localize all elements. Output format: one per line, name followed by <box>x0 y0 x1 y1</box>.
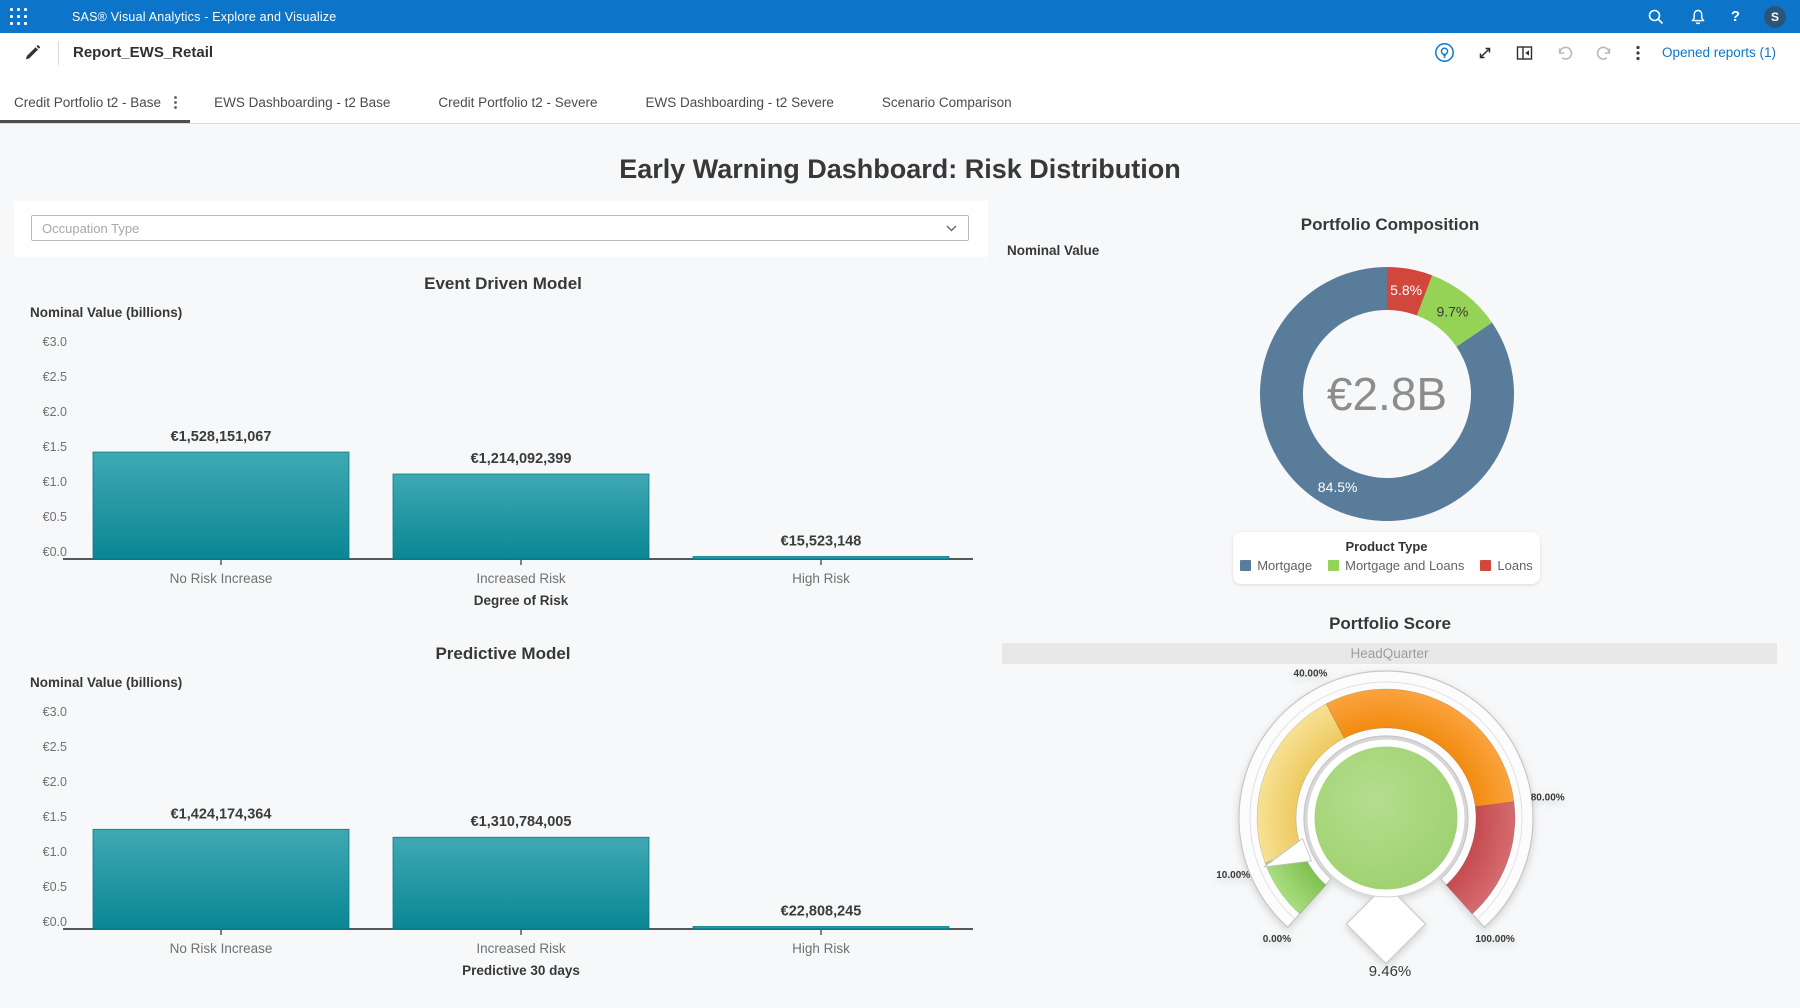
legend-swatch <box>1328 560 1339 571</box>
svg-text:€3.0: €3.0 <box>43 705 67 719</box>
tab-ews-dashboarding-t2-severe[interactable]: EWS Dashboarding - t2 Severe <box>622 95 858 123</box>
notifications-bell-icon[interactable] <box>1689 8 1707 26</box>
svg-text:High Risk: High Risk <box>792 941 850 956</box>
svg-text:€2.0: €2.0 <box>43 405 67 419</box>
legend-swatch <box>1240 560 1251 571</box>
svg-text:€2.0: €2.0 <box>43 775 67 789</box>
chevron-down-icon <box>946 225 957 232</box>
svg-text:84.5%: 84.5% <box>1318 479 1358 495</box>
opened-reports-link[interactable]: Opened reports (1) <box>1662 45 1776 60</box>
svg-text:Predictive 30 days: Predictive 30 days <box>462 963 580 978</box>
app-bar: SAS® Visual Analytics - Explore and Visu… <box>0 0 1800 33</box>
search-icon[interactable] <box>1647 8 1665 26</box>
svg-text:No Risk Increase: No Risk Increase <box>170 571 273 586</box>
portfolio-composition-title: Portfolio Composition <box>1005 215 1775 235</box>
svg-text:0.00%: 0.00% <box>1263 934 1291 945</box>
legend-item-mortgage-and-loans[interactable]: Mortgage and Loans <box>1328 558 1464 573</box>
page-title: Early Warning Dashboard: Risk Distributi… <box>0 154 1800 185</box>
bar-no-risk-increase[interactable] <box>93 452 349 559</box>
tab-credit-portfolio-t2-severe[interactable]: Credit Portfolio t2 - Severe <box>414 95 621 123</box>
svg-text:80.00%: 80.00% <box>1531 793 1565 804</box>
svg-text:Nominal Value (billions): Nominal Value (billions) <box>30 305 182 320</box>
bar-high-risk[interactable] <box>693 557 949 560</box>
svg-text:€1,214,092,399: €1,214,092,399 <box>471 451 572 467</box>
occupation-type-dropdown[interactable]: Occupation Type <box>31 215 969 241</box>
avatar[interactable]: S <box>1764 6 1786 28</box>
svg-text:€0.0: €0.0 <box>43 915 67 929</box>
svg-text:100.00%: 100.00% <box>1475 934 1515 945</box>
gauge-kpi-circle <box>1312 744 1460 892</box>
svg-text:€1,528,151,067: €1,528,151,067 <box>171 429 272 445</box>
svg-text:€0.0: €0.0 <box>43 545 67 559</box>
svg-text:Predictive Model: Predictive Model <box>435 644 570 663</box>
svg-text:40.00%: 40.00% <box>1294 669 1328 680</box>
tab-credit-portfolio-t2-base[interactable]: Credit Portfolio t2 - Base <box>0 95 190 123</box>
report-toolbar: Report_EWS_Retail Opened rep <box>0 33 1800 73</box>
svg-text:10.00%: 10.00% <box>1216 870 1250 881</box>
svg-text:Degree of Risk: Degree of Risk <box>474 593 569 608</box>
svg-text:€15,523,148: €15,523,148 <box>781 534 862 550</box>
event-driven-model-chart[interactable]: Event Driven Model Nominal Value (billion… <box>25 268 975 620</box>
svg-text:High Risk: High Risk <box>792 571 850 586</box>
insights-lightbulb-icon[interactable] <box>1434 42 1455 63</box>
legend-item-mortgage[interactable]: Mortgage <box>1240 558 1312 573</box>
donut-legend: Product Type Mortgage Mortgage and Loans… <box>1233 532 1540 584</box>
svg-text:€1.0: €1.0 <box>43 845 67 859</box>
svg-text:Event Driven Model: Event Driven Model <box>424 274 582 293</box>
bar-increased-risk[interactable] <box>393 474 649 559</box>
svg-text:Nominal Value (billions): Nominal Value (billions) <box>30 675 182 690</box>
edit-pencil-icon[interactable] <box>23 43 42 62</box>
portfolio-score-gauge[interactable]: 0.00% 10.00% 40.00% 80.00% 100.00% <box>1196 662 1576 972</box>
report-title: Report_EWS_Retail <box>73 44 213 61</box>
app-title: SAS® Visual Analytics - Explore and Visu… <box>72 10 336 24</box>
portfolio-score-title: Portfolio Score <box>1005 614 1775 634</box>
svg-text:€0.5: €0.5 <box>43 880 67 894</box>
filter-panel: Occupation Type <box>14 201 988 257</box>
tab-ews-dashboarding-t2-base[interactable]: EWS Dashboarding - t2 Base <box>190 95 414 123</box>
report-tab-bar: Credit Portfolio t2 - Base EWS Dashboard… <box>0 72 1800 124</box>
svg-text:€1,310,784,005: €1,310,784,005 <box>471 814 572 830</box>
headquarter-drill-strip[interactable]: HeadQuarter <box>1002 643 1777 664</box>
bar-high-risk[interactable] <box>693 927 949 930</box>
expand-fullscreen-icon[interactable] <box>1476 44 1494 62</box>
legend-swatch <box>1480 560 1491 571</box>
bar-increased-risk[interactable] <box>393 837 649 929</box>
legend-item-loans[interactable]: Loans <box>1480 558 1532 573</box>
svg-text:€1.0: €1.0 <box>43 475 67 489</box>
bar-no-risk-increase[interactable] <box>93 829 349 929</box>
svg-text:€2.8B: €2.8B <box>1327 368 1447 420</box>
undo-icon[interactable] <box>1555 44 1574 62</box>
svg-text:€22,808,245: €22,808,245 <box>781 904 862 920</box>
svg-text:9.7%: 9.7% <box>1436 303 1468 319</box>
svg-text:No Risk Increase: No Risk Increase <box>170 941 273 956</box>
redo-icon[interactable] <box>1595 44 1614 62</box>
app-launcher-icon[interactable] <box>10 8 27 25</box>
divider <box>58 41 59 65</box>
dropdown-placeholder: Occupation Type <box>42 221 139 236</box>
svg-text:5.8%: 5.8% <box>1390 282 1422 298</box>
predictive-model-chart[interactable]: Predictive Model Nominal Value (billions)… <box>25 638 975 990</box>
svg-text:Increased Risk: Increased Risk <box>476 941 566 956</box>
nominal-value-label: Nominal Value <box>1007 243 1099 258</box>
svg-text:€1.5: €1.5 <box>43 440 67 454</box>
svg-text:€2.5: €2.5 <box>43 370 67 384</box>
svg-text:€3.0: €3.0 <box>43 335 67 349</box>
gauge-value: 9.46% <box>1005 963 1775 980</box>
svg-text:€0.5: €0.5 <box>43 510 67 524</box>
tab-scenario-comparison[interactable]: Scenario Comparison <box>858 95 1036 123</box>
svg-text:€1,424,174,364: €1,424,174,364 <box>171 806 272 822</box>
panel-toggle-icon[interactable] <box>1515 44 1534 62</box>
svg-text:Increased Risk: Increased Risk <box>476 571 566 586</box>
legend-title: Product Type <box>1345 539 1427 554</box>
svg-text:€1.5: €1.5 <box>43 810 67 824</box>
more-options-kebab-icon[interactable] <box>1635 44 1641 62</box>
tab-menu-kebab-icon[interactable] <box>173 95 178 110</box>
help-icon[interactable]: ? <box>1731 8 1740 25</box>
svg-text:€2.5: €2.5 <box>43 740 67 754</box>
